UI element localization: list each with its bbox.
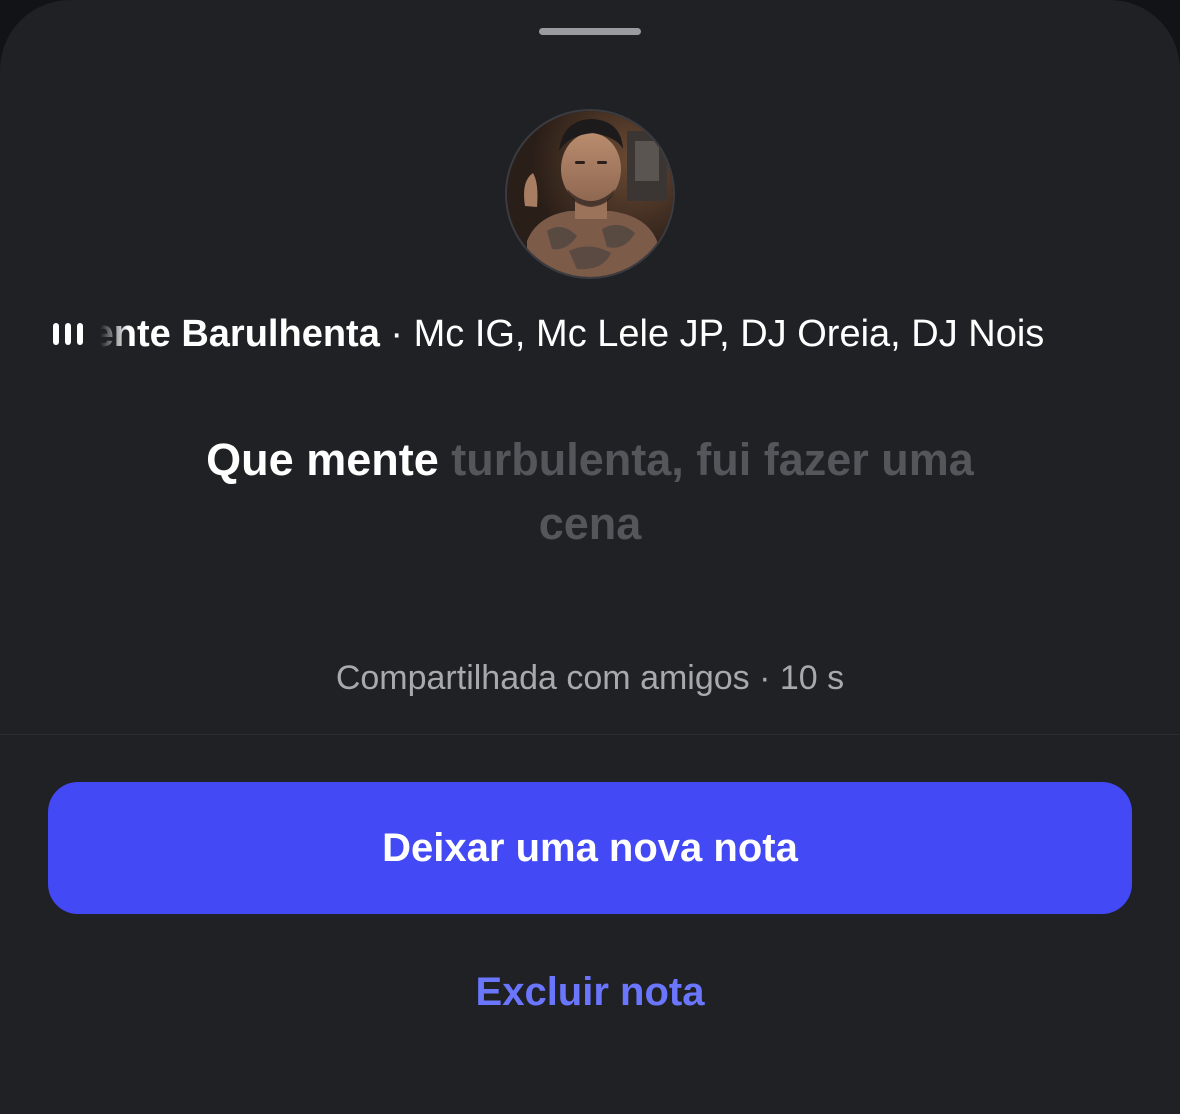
song-title: Mente Barulhenta [100,313,380,355]
lyric-active-words: Que mente [206,434,439,485]
song-separator: · [379,313,414,355]
song-info-row[interactable]: Mente Barulhenta · Mc IG, Mc Lele JP, DJ… [0,306,1180,362]
lyric-line: Que mente turbulenta, fui fazer uma cena [150,428,1030,556]
divider [0,734,1180,735]
shared-with-label: Compartilhada com amigos [335,659,750,697]
note-meta: Compartilhada com amigos · 10 s [0,654,1180,702]
equalizer-bars-icon [53,323,83,345]
note-age: 10 s [779,659,845,697]
song-artists: Mc IG, Mc Lele JP, DJ Oreia, DJ Nois [413,313,1045,355]
avatar-image [507,111,673,277]
note-bottom-sheet: Mente Barulhenta · Mc IG, Mc Lele JP, DJ… [0,0,1180,1114]
sheet-grabber-handle[interactable] [539,28,641,35]
lyric-upcoming-words: turbulenta, fui fazer uma cena [451,434,974,549]
meta-separator: · [749,659,780,697]
delete-note-button[interactable]: Excluir nota [390,962,790,1022]
song-marquee-text: Mente Barulhenta · Mc IG, Mc Lele JP, DJ… [100,308,1044,360]
song-marquee: Mente Barulhenta · Mc IG, Mc Lele JP, DJ… [100,306,1125,362]
new-note-button[interactable]: Deixar uma nova nota [48,782,1132,914]
avatar[interactable] [505,109,675,279]
